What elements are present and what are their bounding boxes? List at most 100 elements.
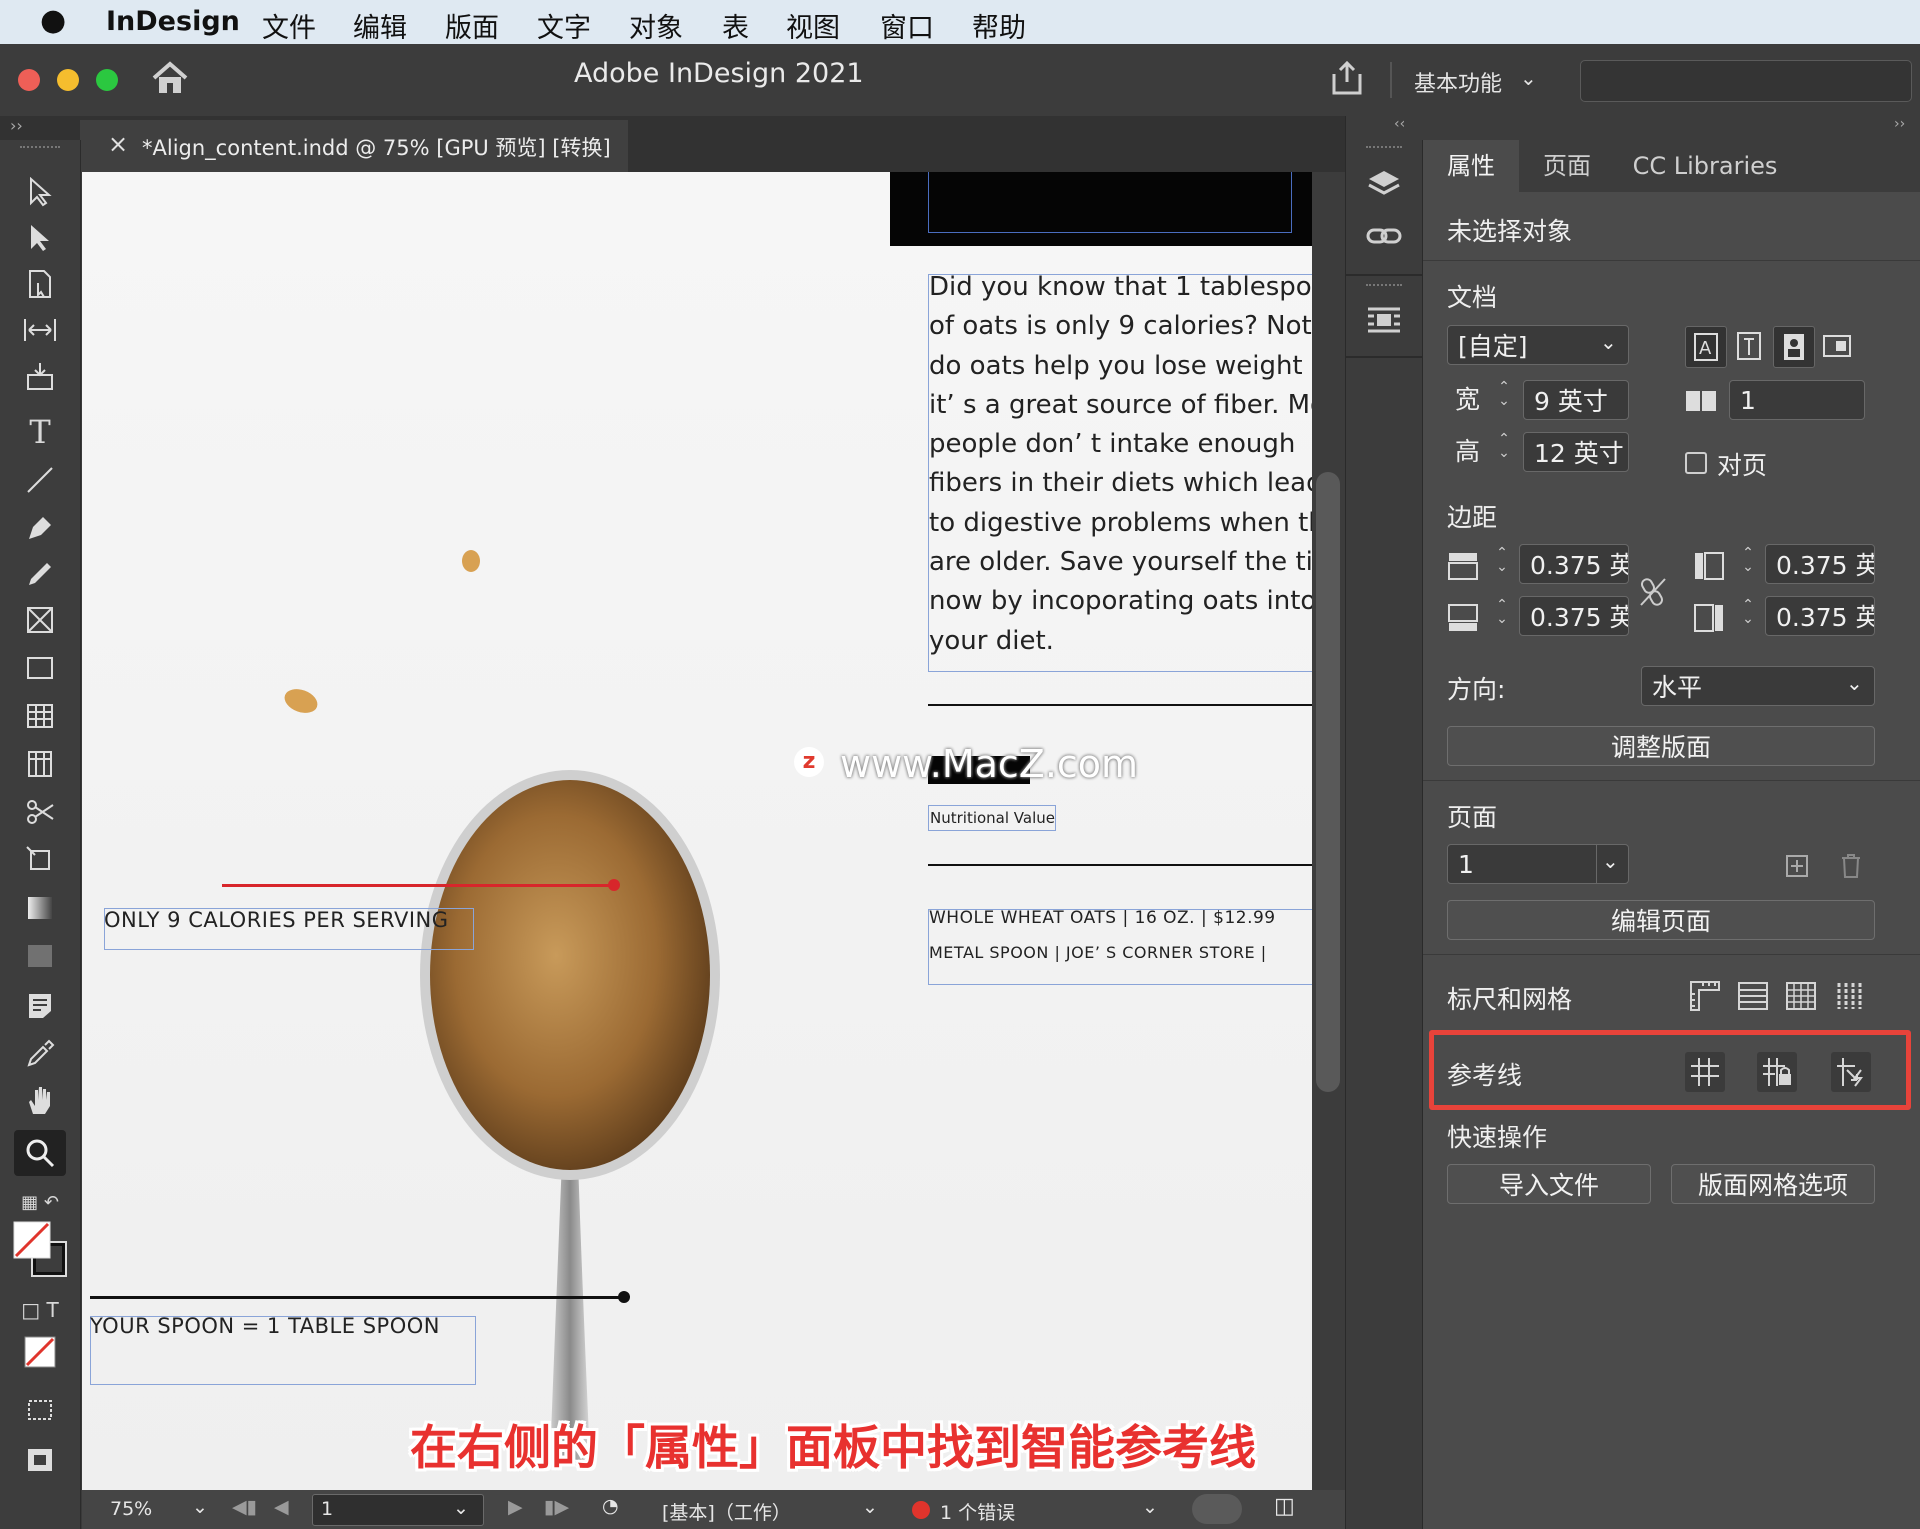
content-collector-icon[interactable] — [18, 356, 62, 396]
fill-stroke-swatch[interactable] — [12, 1220, 67, 1278]
page-number-field[interactable]: 1 ⌄ — [312, 1494, 484, 1526]
default-colors-icon[interactable]: ▦ ↶ — [18, 1182, 62, 1222]
profile-dropdown-chevron-icon[interactable]: ⌄ — [862, 1496, 878, 1518]
ruler-icon[interactable] — [1685, 976, 1725, 1016]
close-tab-icon[interactable]: × — [108, 130, 128, 158]
menu-app-name[interactable]: InDesign — [106, 6, 240, 37]
apple-logo-icon[interactable]: ● — [40, 3, 66, 38]
spoon-pointer-line[interactable] — [90, 1296, 626, 1299]
zoom-dropdown-chevron-icon[interactable]: ⌄ — [192, 1496, 208, 1518]
landscape-orientation-icon[interactable] — [1817, 326, 1857, 366]
baseline-grid-icon[interactable] — [1733, 976, 1773, 1016]
add-page-icon[interactable] — [1777, 846, 1817, 886]
margin-left-stepper[interactable]: ⌃ ⌄ — [1733, 546, 1763, 586]
page-tool-icon[interactable] — [18, 264, 62, 304]
margin-left-input[interactable]: 0.375 英 — [1765, 544, 1875, 584]
horizontal-rule[interactable] — [928, 864, 1312, 866]
gradient-feather-tool-icon[interactable] — [18, 936, 62, 976]
edit-page-button[interactable]: 编辑页面 — [1447, 900, 1875, 940]
import-file-button[interactable]: 导入文件 — [1447, 1164, 1651, 1204]
horizontal-rule[interactable] — [928, 704, 1312, 706]
spoon-pointer-endpoint[interactable] — [618, 1291, 630, 1303]
menu-edit[interactable]: 编辑 — [353, 6, 407, 45]
menu-object[interactable]: 对象 — [629, 6, 683, 45]
portrait-orientation-icon[interactable] — [1773, 326, 1815, 368]
last-page-icon[interactable]: ▮▶ — [544, 1496, 569, 1518]
pencil-tool-icon[interactable] — [18, 554, 62, 594]
margin-bottom-input[interactable]: 0.375 英 — [1519, 596, 1629, 636]
lock-guides-icon[interactable] — [1757, 1052, 1797, 1092]
preview-mode-icon[interactable] — [18, 1440, 62, 1480]
red-guide-endpoint[interactable] — [608, 879, 620, 891]
smart-guides-icon[interactable] — [1831, 1052, 1871, 1092]
preflight-profile-label[interactable]: [基本]（工作） — [662, 1498, 791, 1525]
margin-top-input[interactable]: 0.375 英 — [1519, 544, 1629, 584]
nutrition-label[interactable]: Nutritional Value — [928, 805, 1056, 831]
menu-layout[interactable]: 版面 — [445, 6, 499, 45]
tab-cc-libraries[interactable]: CC Libraries — [1615, 140, 1795, 192]
facing-pages-checkbox[interactable] — [1685, 452, 1707, 474]
document-grid-icon[interactable] — [1781, 976, 1821, 1016]
zoom-window-button[interactable] — [96, 69, 118, 91]
first-page-icon[interactable]: ◀▮ — [232, 1496, 257, 1518]
home-icon[interactable] — [150, 60, 194, 100]
minimize-window-button[interactable] — [57, 69, 79, 91]
tab-properties[interactable]: 属性 — [1423, 140, 1519, 192]
preflight-profile-icon[interactable]: ◔ — [602, 1495, 619, 1517]
menu-window[interactable]: 窗口 — [880, 6, 934, 45]
line-tool-icon[interactable] — [18, 460, 62, 500]
toggle-switch[interactable] — [1192, 1494, 1242, 1524]
layers-icon[interactable] — [1364, 164, 1404, 204]
document-canvas[interactable]: Did you know that 1 tablespoo of oats is… — [82, 172, 1312, 1490]
free-transform-tool-icon[interactable] — [18, 840, 62, 880]
page-select[interactable]: 1 ⌄ — [1447, 844, 1629, 884]
width-input[interactable]: 9 英寸 — [1523, 380, 1629, 420]
strip-grip[interactable] — [1366, 284, 1402, 286]
previous-page-icon[interactable]: ◀ — [274, 1496, 289, 1518]
strip-grip[interactable] — [1366, 146, 1402, 148]
rectangle-frame-tool-icon[interactable] — [18, 600, 62, 640]
error-count[interactable]: 1 个错误 — [940, 1498, 1015, 1525]
margin-top-stepper[interactable]: ⌃ ⌄ — [1487, 546, 1517, 586]
screen-mode-icon[interactable] — [18, 1390, 62, 1430]
layout-grid-options-button[interactable]: 版面网格选项 — [1671, 1164, 1875, 1204]
collapse-panels-icon[interactable]: ‹‹ — [1394, 116, 1405, 132]
table-tool-icon[interactable] — [18, 696, 62, 736]
scissors-tool-icon[interactable] — [18, 792, 62, 832]
search-input[interactable] — [1580, 60, 1912, 102]
collapse-tools-icon[interactable]: ›› — [10, 116, 23, 135]
height-input[interactable]: 12 英寸 — [1523, 432, 1629, 472]
link-margins-icon[interactable] — [1633, 572, 1673, 612]
gap-tool-icon[interactable] — [18, 310, 62, 350]
scrollbar-thumb[interactable] — [1316, 472, 1340, 1092]
pen-tool-icon[interactable] — [18, 508, 62, 548]
hand-tool-icon[interactable] — [18, 1080, 62, 1120]
toolbar-grip[interactable] — [20, 146, 60, 151]
margin-bottom-stepper[interactable]: ⌃ ⌄ — [1487, 598, 1517, 638]
menu-view[interactable]: 视图 — [786, 6, 840, 45]
gradient-tool-icon[interactable] — [18, 888, 62, 928]
zoom-tool-icon[interactable] — [14, 1130, 66, 1176]
height-stepper[interactable]: ⌃ ⌄ — [1489, 432, 1519, 472]
links-icon[interactable] — [1364, 216, 1404, 256]
errors-dropdown-chevron-icon[interactable]: ⌄ — [1142, 1496, 1158, 1518]
direct-selection-tool-icon[interactable] — [18, 218, 62, 258]
show-guides-icon[interactable] — [1685, 1052, 1725, 1092]
apply-none-icon[interactable] — [18, 1332, 62, 1372]
text-wrap-icon[interactable] — [1364, 300, 1404, 340]
margin-right-input[interactable]: 0.375 英 — [1765, 596, 1875, 636]
expand-panels-icon[interactable]: ›› — [1894, 116, 1905, 132]
selection-tool-icon[interactable] — [18, 172, 62, 212]
chevron-down-icon[interactable]: ⌄ — [1520, 66, 1537, 90]
red-guide-line[interactable] — [222, 884, 614, 887]
trash-icon[interactable] — [1831, 846, 1871, 886]
primary-text-frame-icon[interactable]: A — [1685, 326, 1727, 368]
menu-file[interactable]: 文件 — [262, 6, 316, 45]
width-stepper[interactable]: ⌃ ⌄ — [1489, 380, 1519, 420]
document-tab[interactable]: × *Align_content.indd @ 75% [GPU 预览] [转换… — [80, 120, 628, 172]
formatting-container-text-icon[interactable]: □ T — [18, 1290, 62, 1330]
document-preset-select[interactable]: [自定] ⌄ — [1447, 325, 1629, 365]
menu-help[interactable]: 帮助 — [972, 6, 1026, 45]
menu-table[interactable]: 表 — [722, 6, 749, 45]
layout-grid-icon[interactable] — [1831, 976, 1871, 1016]
